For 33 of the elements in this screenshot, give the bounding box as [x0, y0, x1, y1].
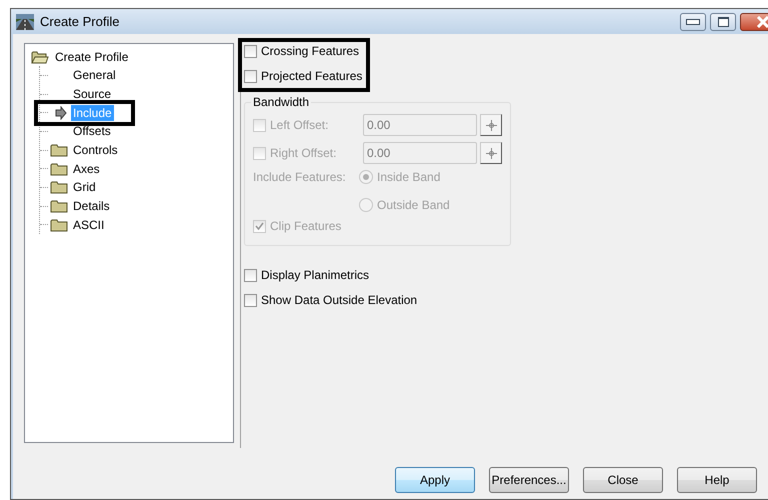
checkbox-option[interactable]: Display Planimetrics: [244, 268, 768, 282]
tree-item[interactable]: Source: [71, 86, 114, 102]
include-features-label: Include Features:: [253, 169, 347, 186]
checkbox-option[interactable]: Projected Features: [244, 69, 370, 83]
dialog-button[interactable]: Help: [677, 467, 757, 493]
road-icon: [16, 14, 34, 30]
tree-item[interactable]: Create Profile: [53, 48, 130, 64]
tree-item[interactable]: Axes: [71, 160, 102, 177]
folder-icon: [31, 50, 49, 64]
group-title: Bandwidth: [252, 95, 310, 109]
crosshair-icon: [486, 148, 496, 158]
tree-item[interactable]: Details: [71, 198, 112, 214]
minimize-button[interactable]: [680, 12, 706, 30]
tree-item[interactable]: Grid: [71, 179, 98, 196]
folder-icon: [50, 143, 68, 158]
dialog-button[interactable]: Preferences...: [489, 467, 569, 493]
check-icon: [255, 222, 264, 230]
dialog-button[interactable]: Apply: [395, 467, 475, 493]
close-icon: [756, 16, 768, 28]
checkbox-option[interactable]: Crossing Features: [244, 44, 370, 58]
folder-icon: [50, 199, 68, 214]
window-title: Create Profile: [40, 14, 120, 29]
dialog-button[interactable]: Close: [583, 467, 663, 493]
checkbox-option[interactable]: Show Data Outside Elevation: [244, 293, 768, 307]
folder-icon: [50, 180, 68, 194]
tree-item[interactable]: Offsets: [71, 123, 113, 140]
crosshair-icon: [486, 120, 496, 130]
tree-item[interactable]: Controls: [71, 142, 120, 158]
folder-icon: [50, 218, 68, 232]
tree-item[interactable]: ASCII: [71, 216, 106, 233]
folder-icon: [50, 162, 68, 176]
maximize-button[interactable]: [710, 12, 736, 30]
tree-item[interactable]: General: [71, 67, 118, 84]
